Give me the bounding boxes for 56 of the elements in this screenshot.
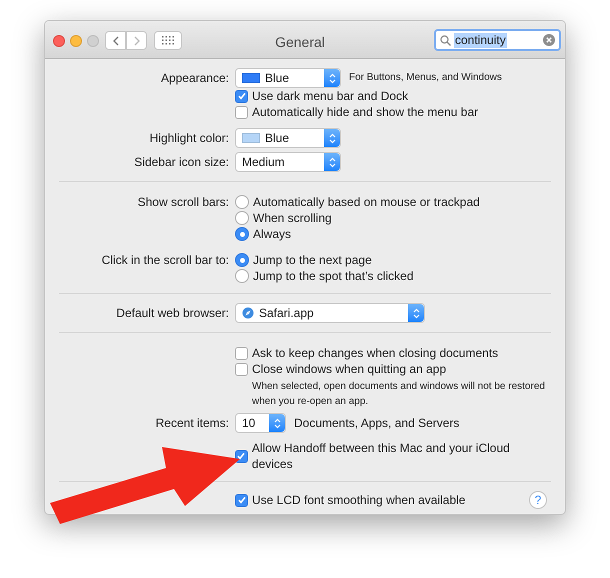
checkbox-label: Close windows when quitting an app xyxy=(252,361,446,377)
setting-label: Recent items: xyxy=(156,416,229,430)
setting-label: Sidebar icon size: xyxy=(134,155,229,169)
checkbox-label: Use dark menu bar and Dock xyxy=(252,88,408,104)
setting-label: Click in the scroll bar to: xyxy=(102,253,229,267)
radio-label: Automatically based on mouse or trackpad xyxy=(253,194,480,210)
setting-label: Show scroll bars: xyxy=(138,195,229,209)
checkbox[interactable] xyxy=(235,346,248,360)
show-all-button[interactable] xyxy=(154,31,182,50)
search-field[interactable]: continuity xyxy=(434,29,561,51)
back-button[interactable] xyxy=(105,31,126,50)
search-text: continuity xyxy=(454,32,507,48)
checkbox-label: Allow Handoff between this Mac and your iCloud devices xyxy=(252,440,511,472)
stepper-caption: Documents, Apps, and Servers xyxy=(294,415,460,431)
setting-label: Highlight color: xyxy=(150,131,229,145)
stepper-arrows[interactable] xyxy=(269,414,285,432)
stepper-arrows[interactable] xyxy=(324,69,340,87)
number-stepper[interactable]: 10 xyxy=(235,413,286,433)
radio-label: Jump to the next page xyxy=(253,252,372,268)
checkbox[interactable] xyxy=(235,450,248,462)
radio-button[interactable] xyxy=(235,211,249,225)
radio-label: When scrolling xyxy=(253,210,332,226)
checkbox-label: Automatically hide and show the menu bar xyxy=(252,104,478,120)
stepper-arrows[interactable] xyxy=(324,129,340,147)
forward-button[interactable] xyxy=(126,31,147,50)
help-text: When selected, open documents and windows will not be restored when you re-open an app. xyxy=(251,380,546,409)
checkbox[interactable] xyxy=(235,90,248,102)
popup-button[interactable]: Blue xyxy=(235,68,341,88)
back-chevron-icon xyxy=(112,36,118,46)
setting-label: Default web browser: xyxy=(116,306,229,320)
search-icon xyxy=(440,34,451,46)
popup-button[interactable]: Safari.app xyxy=(235,303,425,323)
stepper-arrows[interactable] xyxy=(408,304,424,322)
popup-button[interactable]: Medium xyxy=(235,152,341,172)
checkbox[interactable] xyxy=(235,494,248,506)
popup-button[interactable]: Blue xyxy=(235,128,341,148)
grid-icon xyxy=(162,36,174,45)
stepper-arrows[interactable] xyxy=(324,153,340,171)
radio-button[interactable] xyxy=(235,227,249,241)
radio-button[interactable] xyxy=(235,269,249,283)
checkbox-label: Ask to keep changes when closing documents xyxy=(252,345,498,361)
radio-button[interactable] xyxy=(235,195,249,209)
compass-icon xyxy=(242,307,254,319)
forward-chevron-icon xyxy=(134,36,140,46)
checkbox-label: Use LCD font smoothing when available xyxy=(252,492,466,508)
close-button[interactable] xyxy=(53,35,65,47)
checkbox[interactable] xyxy=(235,362,248,376)
window-title: General xyxy=(274,33,326,52)
radio-label: Jump to the spot that’s clicked xyxy=(253,268,414,284)
radio-label: Always xyxy=(253,226,292,242)
hint-text: For Buttons, Menus, and Windows xyxy=(349,71,502,85)
checkbox[interactable] xyxy=(235,106,248,118)
setting-label: Appearance: xyxy=(160,71,229,85)
clear-icon[interactable] xyxy=(543,34,555,46)
minimize-button[interactable] xyxy=(70,35,82,47)
radio-button[interactable] xyxy=(235,253,249,267)
